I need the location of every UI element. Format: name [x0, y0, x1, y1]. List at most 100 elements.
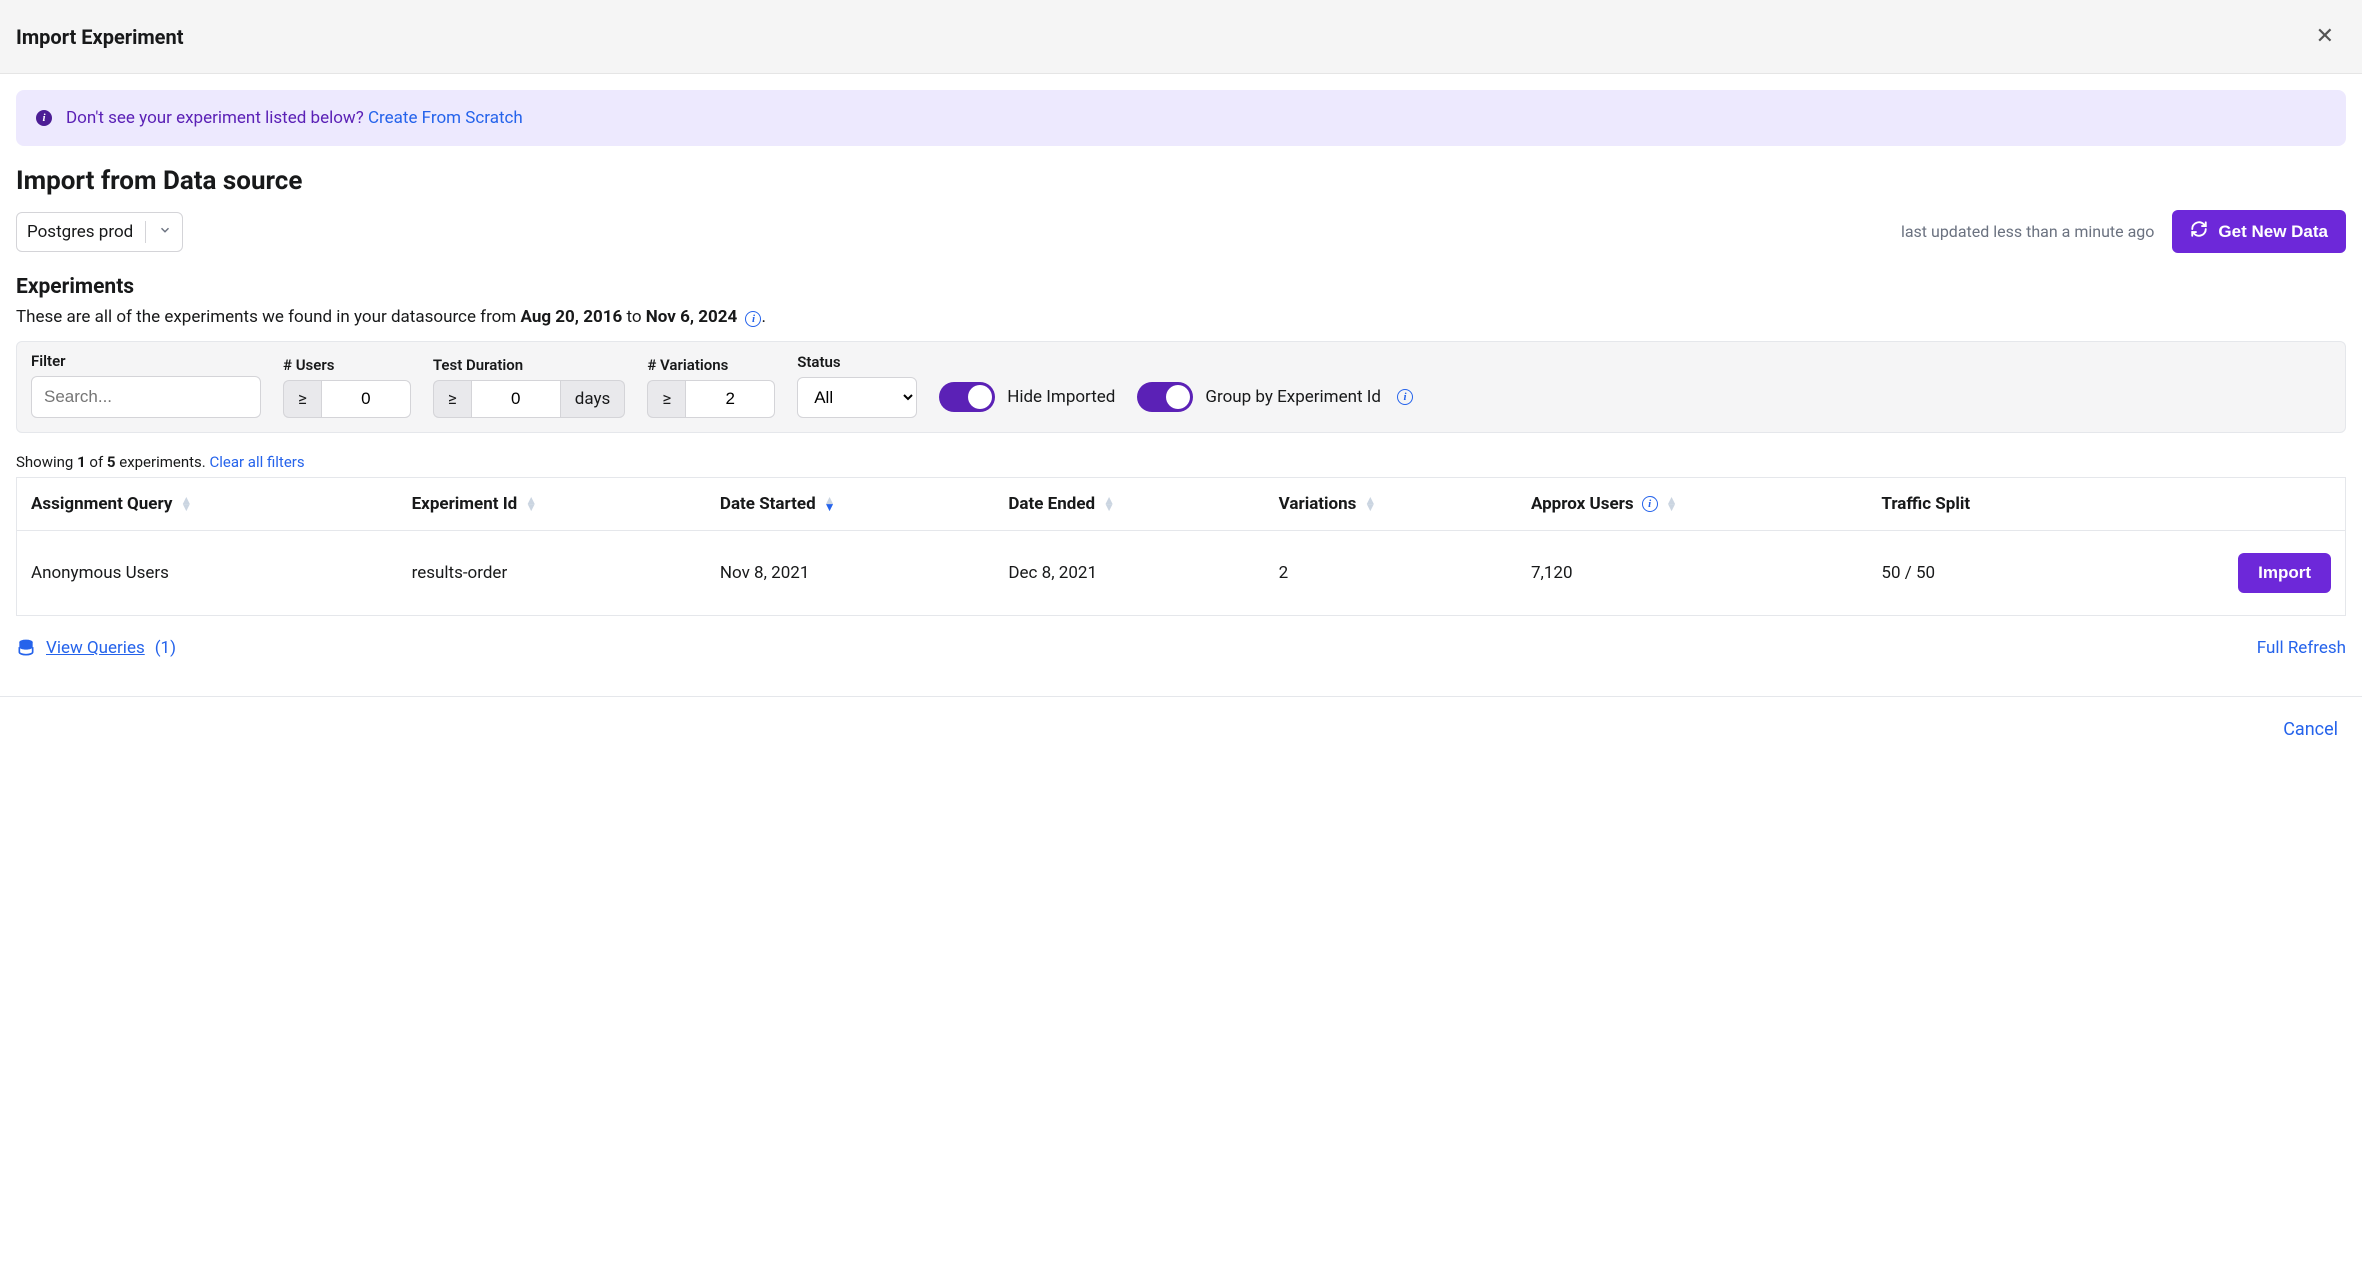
- modal-content: i Don't see your experiment listed below…: [0, 74, 2362, 674]
- variations-input[interactable]: [685, 380, 775, 418]
- group-by-label: Group by Experiment Id: [1205, 387, 1381, 407]
- database-icon: [16, 638, 36, 658]
- duration-input-group: ≥ days: [433, 380, 625, 418]
- variations-label: # Variations: [647, 356, 775, 374]
- modal-title: Import Experiment: [16, 25, 183, 49]
- modal-footer: Cancel: [0, 696, 2362, 762]
- cell-assignment-query: Anonymous Users: [17, 531, 398, 616]
- cell-action: Import: [2102, 531, 2346, 616]
- col-date-started-label: Date Started: [720, 494, 816, 514]
- duration-unit: days: [561, 380, 626, 418]
- showing-total: 5: [107, 453, 116, 471]
- create-from-scratch-link[interactable]: Create From Scratch: [368, 108, 523, 128]
- experiments-table: Assignment Query▲▼ Experiment Id▲▼ Date …: [16, 477, 2346, 616]
- date-from: Aug 20, 2016: [521, 307, 623, 327]
- hide-imported-toggle[interactable]: [939, 382, 995, 412]
- col-date-ended[interactable]: Date Ended ▲▼: [994, 478, 1264, 531]
- view-queries-link[interactable]: View Queries: [46, 638, 145, 658]
- showing-suffix: experiments.: [116, 453, 210, 471]
- banner-text: Don't see your experiment listed below?: [66, 108, 364, 128]
- cell-traffic-split: 50 / 50: [1867, 531, 2101, 616]
- import-button[interactable]: Import: [2238, 553, 2331, 593]
- clear-all-filters-link[interactable]: Clear all filters: [209, 453, 304, 471]
- col-date-started[interactable]: Date Started ▲▼: [706, 478, 994, 531]
- data-source-row: Postgres prod last updated less than a m…: [16, 210, 2346, 253]
- col-approx-users[interactable]: Approx Users i ▲▼: [1517, 478, 1867, 531]
- get-new-data-label: Get New Data: [2218, 222, 2328, 242]
- sort-icon: ▲▼: [1364, 497, 1376, 511]
- group-by-toggle-group: Group by Experiment Id i: [1137, 382, 1413, 412]
- col-experiment-id[interactable]: Experiment Id ▲▼: [398, 478, 706, 531]
- cancel-button[interactable]: Cancel: [2283, 719, 2338, 740]
- filter-duration-group: Test Duration ≥ days: [433, 356, 625, 418]
- status-label: Status: [797, 353, 917, 371]
- desc-prefix: These are all of the experiments we foun…: [16, 307, 521, 327]
- hide-imported-label: Hide Imported: [1007, 387, 1115, 407]
- date-to: Nov 6, 2024: [646, 307, 737, 327]
- col-variations[interactable]: Variations ▲▼: [1265, 478, 1517, 531]
- col-traffic-split-label: Traffic Split: [1881, 494, 1970, 514]
- col-experiment-id-label: Experiment Id: [412, 494, 518, 514]
- filter-variations-group: # Variations ≥: [647, 356, 775, 418]
- experiments-description: These are all of the experiments we foun…: [16, 307, 2346, 327]
- col-assignment-query[interactable]: Assignment Query▲▼: [17, 478, 398, 531]
- cell-date-ended: Dec 8, 2021: [994, 531, 1264, 616]
- hide-imported-toggle-group: Hide Imported: [939, 382, 1115, 412]
- group-by-toggle[interactable]: [1137, 382, 1193, 412]
- col-variations-label: Variations: [1279, 494, 1357, 514]
- data-source-selected: Postgres prod: [27, 222, 133, 242]
- showing-prefix: Showing: [16, 453, 77, 471]
- banner-content: Don't see your experiment listed below? …: [66, 108, 523, 128]
- col-traffic-split: Traffic Split: [1867, 478, 2101, 531]
- search-input[interactable]: [31, 376, 261, 418]
- info-icon[interactable]: i: [745, 311, 761, 327]
- duration-op: ≥: [433, 380, 471, 418]
- col-assignment-query-label: Assignment Query: [31, 494, 172, 514]
- cell-variations: 2: [1265, 531, 1517, 616]
- table-row: Anonymous Users results-order Nov 8, 202…: [17, 531, 2346, 616]
- users-input-group: ≥: [283, 380, 411, 418]
- showing-text: Showing 1 of 5 experiments. Clear all fi…: [16, 453, 2346, 471]
- modal-header: Import Experiment ✕: [0, 0, 2362, 74]
- filter-label: Filter: [31, 352, 261, 370]
- info-icon[interactable]: i: [1642, 496, 1658, 512]
- desc-suffix: [737, 307, 741, 327]
- experiments-title: Experiments: [16, 275, 2346, 299]
- sort-icon: ▲▼: [1103, 497, 1115, 511]
- cell-approx-users: 7,120: [1517, 531, 1867, 616]
- filter-users-group: # Users ≥: [283, 356, 411, 418]
- duration-label: Test Duration: [433, 356, 625, 374]
- cell-experiment-id: results-order: [398, 531, 706, 616]
- variations-input-group: ≥: [647, 380, 775, 418]
- refresh-icon: [2190, 220, 2208, 243]
- filter-search-group: Filter: [31, 352, 261, 418]
- data-source-actions: last updated less than a minute ago Get …: [1901, 210, 2346, 253]
- queries-footer: View Queries (1) Full Refresh: [16, 638, 2346, 658]
- sort-icon: ▲▼: [1666, 497, 1678, 511]
- view-queries-count: (1): [155, 638, 176, 658]
- last-updated-text: last updated less than a minute ago: [1901, 222, 2154, 241]
- chevron-down-icon: [158, 222, 172, 242]
- sort-icon: ▲▼: [824, 497, 836, 511]
- filter-bar: Filter # Users ≥ Test Duration ≥ days # …: [16, 341, 2346, 433]
- desc-period: .: [761, 307, 765, 327]
- info-banner: i Don't see your experiment listed below…: [16, 90, 2346, 146]
- full-refresh-link[interactable]: Full Refresh: [2257, 638, 2346, 658]
- view-queries-group: View Queries (1): [16, 638, 176, 658]
- table-header-row: Assignment Query▲▼ Experiment Id▲▼ Date …: [17, 478, 2346, 531]
- sort-icon: ▲▼: [525, 497, 537, 511]
- info-icon: i: [36, 110, 52, 126]
- data-source-select[interactable]: Postgres prod: [16, 212, 183, 252]
- col-date-ended-label: Date Ended: [1008, 494, 1095, 514]
- get-new-data-button[interactable]: Get New Data: [2172, 210, 2346, 253]
- desc-mid: to: [622, 307, 646, 327]
- info-icon[interactable]: i: [1397, 389, 1413, 405]
- duration-input[interactable]: [471, 380, 561, 418]
- showing-mid: of: [86, 453, 107, 471]
- col-approx-users-label: Approx Users: [1531, 494, 1634, 514]
- status-select[interactable]: All: [797, 377, 917, 418]
- select-divider: [145, 221, 146, 243]
- users-input[interactable]: [321, 380, 411, 418]
- filter-status-group: Status All: [797, 353, 917, 418]
- close-icon[interactable]: ✕: [2308, 20, 2342, 53]
